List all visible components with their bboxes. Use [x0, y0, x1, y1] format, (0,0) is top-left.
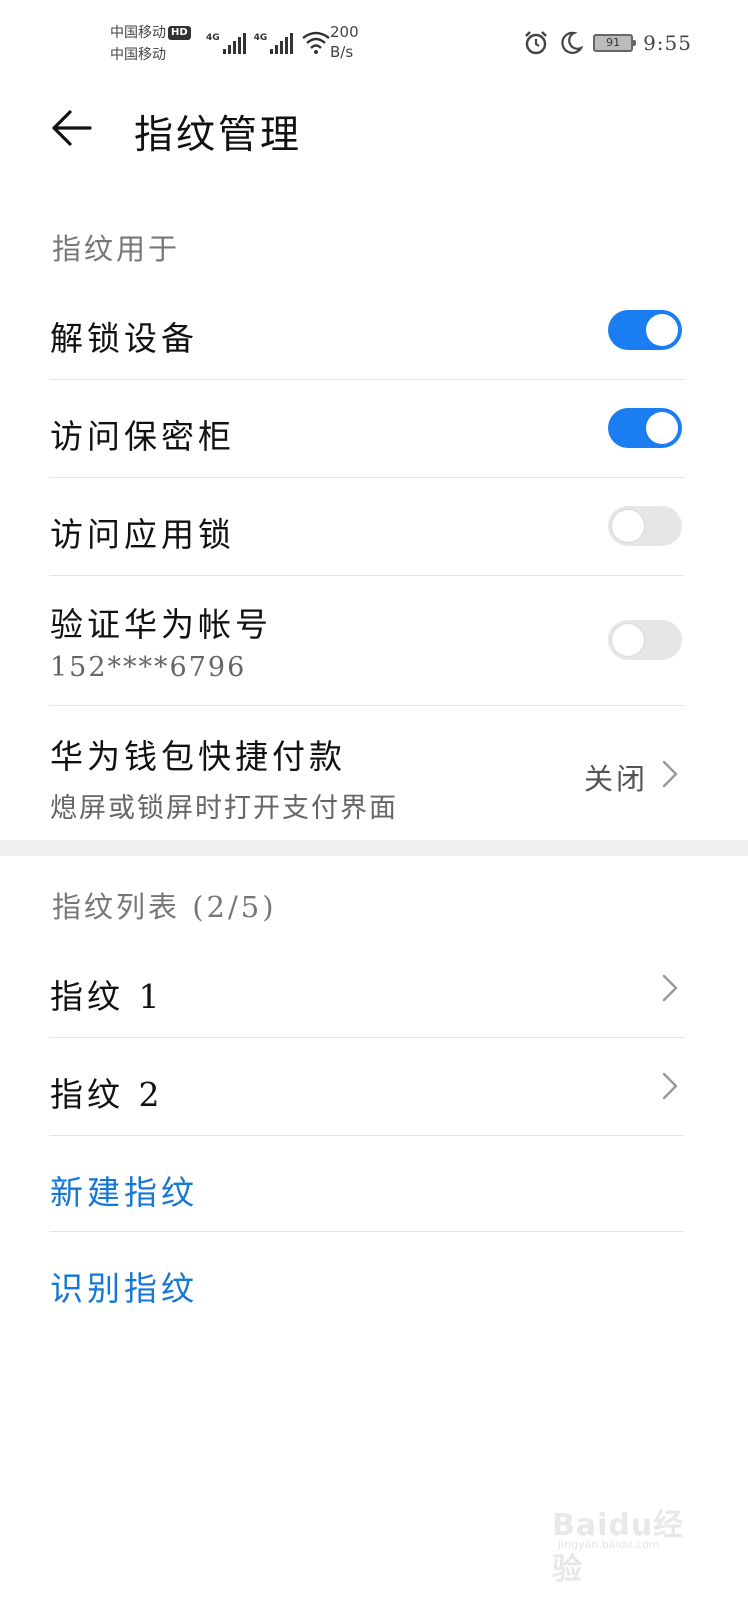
chevron-right-icon	[662, 1072, 678, 1100]
new-fingerprint-button[interactable]: 新建指纹	[50, 1136, 684, 1232]
network-speed-unit: B/s	[330, 43, 354, 61]
row-app-lock[interactable]: 访问应用锁	[50, 478, 684, 576]
row-title: 指纹 1	[50, 977, 164, 1016]
wifi-icon	[302, 31, 331, 54]
back-button[interactable]	[50, 106, 94, 150]
section-label-usage: 指纹用于	[52, 232, 181, 266]
row-title: 指纹 2	[50, 1075, 164, 1114]
identify-fingerprint-label: 识别指纹	[50, 1269, 198, 1308]
clock: 9:55	[643, 31, 692, 55]
row-huawei-wallet[interactable]: 华为钱包快捷付款 熄屏或锁屏时打开支付界面 关闭	[50, 706, 684, 840]
row-fingerprint-1[interactable]: 指纹 1	[50, 940, 684, 1038]
app-lock-toggle[interactable]	[608, 506, 682, 546]
watermark-logo: Baidu经验 jingyan.baidu.com	[546, 1496, 696, 1587]
network-type-2: 4G	[253, 33, 268, 43]
row-fingerprint-2[interactable]: 指纹 2	[50, 1038, 684, 1136]
battery-icon: 91	[593, 34, 637, 52]
identify-fingerprint-button[interactable]: 识别指纹	[50, 1232, 684, 1330]
huawei-account-toggle[interactable]	[608, 620, 682, 660]
unlock-device-toggle[interactable]	[608, 310, 682, 350]
network-type-1: 4G	[206, 33, 220, 43]
chevron-right-icon	[662, 974, 678, 1002]
section-label-fingerprint-list: 指纹列表 (2/5)	[52, 890, 277, 924]
row-subtitle: 熄屏或锁屏时打开支付界面	[50, 793, 398, 824]
safe-access-toggle[interactable]	[608, 408, 682, 448]
network-speed: 200 B/s	[330, 22, 359, 62]
row-title: 华为钱包快捷付款	[50, 737, 346, 776]
battery-level: 91	[606, 36, 621, 49]
carrier-info: 中国移动 HD 中国移动	[110, 22, 191, 66]
new-fingerprint-label: 新建指纹	[50, 1173, 198, 1212]
watermark-url: jingyan.baidu.com	[558, 1538, 660, 1551]
row-title: 解锁设备	[50, 319, 198, 358]
row-unlock-device[interactable]: 解锁设备	[50, 282, 684, 380]
section-divider	[0, 840, 748, 856]
account-number: 152****6796	[50, 652, 247, 683]
signal-1-icon: 4G	[206, 33, 246, 54]
back-arrow-icon	[52, 110, 92, 146]
status-bar: 中国移动 HD 中国移动 4G 4G 200 B/s 91 9:55	[0, 0, 748, 90]
status-right: 91 9:55	[523, 30, 692, 56]
alarm-icon	[525, 31, 547, 55]
carrier-2: 中国移动	[110, 47, 166, 63]
network-speed-value: 200	[330, 23, 359, 41]
moon-icon	[561, 31, 584, 54]
row-title: 验证华为帐号	[50, 605, 272, 644]
row-huawei-account[interactable]: 验证华为帐号 152****6796	[50, 576, 684, 706]
signal-2-icon: 4G	[254, 33, 294, 54]
page-title: 指纹管理	[134, 113, 303, 158]
row-title: 访问应用锁	[50, 515, 235, 554]
carrier-1: 中国移动	[110, 25, 166, 41]
row-safe-access[interactable]: 访问保密柜	[50, 380, 684, 478]
signal-icon: 4G 4G	[206, 30, 331, 54]
wallet-status-value: 关闭	[583, 762, 648, 796]
row-title: 访问保密柜	[50, 417, 235, 456]
chevron-right-icon	[662, 760, 678, 788]
hd-badge: HD	[168, 26, 191, 40]
